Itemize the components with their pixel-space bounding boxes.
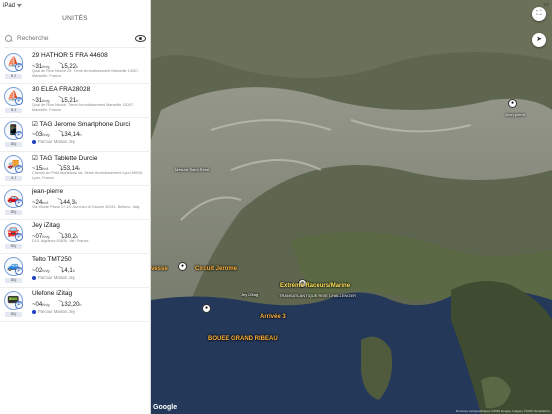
list-item[interactable]: 🚚 P 4 J ☑ TAG Tablette Durcie ~15Kn/l ⤵53,1… — [0, 152, 151, 186]
unit-address: Quai de Rive Neuve, 7ème Arrondissement … — [32, 103, 134, 112]
unit-address: D10, Aiguines 83630, Var, France — [32, 239, 89, 243]
list-item[interactable]: 🚗 P 30 j jean-pierre ~24Kn/l ⤵44,3h Via Mon… — [0, 186, 151, 220]
unit-address: Chemin du Petit Montbeau Va, 9ème Arrond… — [32, 171, 144, 180]
status-badge: 30 j — [5, 210, 22, 215]
list-item[interactable]: 🚘 P 30 j Jey iZitag ~07Kn/g ⤵30,2h D10, Aig… — [0, 220, 151, 254]
map-marker[interactable]: ● — [178, 262, 187, 271]
status-badge: 5 J — [5, 108, 22, 113]
map-marker[interactable]: ● — [508, 99, 517, 108]
map-copyright[interactable]: Données cartographiques ©2019 Google, Im… — [456, 409, 550, 413]
google-logo: Google — [153, 404, 178, 411]
battery-icon: ▭ — [543, 2, 549, 8]
route-label: Parcour Maison Jey — [38, 139, 76, 144]
status-badge: 5 J — [5, 74, 22, 79]
p-icon: P — [15, 267, 23, 275]
map-label-bouee: BOUEE GRAND RIBEAU — [208, 336, 278, 342]
eye-icon[interactable] — [135, 35, 146, 42]
unit-name: 30 ELEA FRA28028 — [32, 86, 91, 93]
unit-address: Quai de Rive Neuve 25, 7ème Arrondisseme… — [32, 69, 140, 78]
p-icon: P — [15, 63, 23, 71]
map-label-extr: Extrémé Raceurs/Marine — [280, 283, 351, 289]
unit-name: jean-pierre — [32, 188, 64, 195]
p-icon: P — [15, 97, 23, 105]
map-marker[interactable]: ● — [202, 304, 211, 313]
status-bar: iPad ᯤ ▭ — [0, 0, 552, 9]
carrier-label: iPad ᯤ — [3, 3, 23, 9]
map-terrain — [151, 0, 552, 414]
status-badge: 30 j — [5, 142, 22, 147]
unit-address: Via Monte Piana 17-19, Auronzo di Cadore… — [32, 205, 140, 209]
satellite-map[interactable]: ⛶ ➤ ● Jean-pierre Mesure Saint Remi vess… — [151, 0, 552, 414]
map-label-arrivee: Arrivée 3 — [260, 314, 286, 320]
search-icon — [4, 34, 13, 43]
status-badge: 4 J — [5, 176, 22, 181]
distance-value: 32,20 — [64, 302, 80, 308]
search-bar — [4, 30, 146, 48]
status-badge: 30 j — [5, 244, 22, 249]
units-panel: UNITÉS ⛵P5 J 29 HATHOR 5 FRA 44608 ~31Kn… — [0, 0, 151, 414]
search-input[interactable] — [17, 35, 135, 42]
unit-name: ☑ TAG Jerome Smartphone Durci — [32, 121, 131, 128]
unit-name: 29 HATHOR 5 FRA 44608 — [32, 52, 108, 59]
list-item[interactable]: 🚙 P 30 j Telto TMT250 ~02Kn/g ⤵4,1h Parcour… — [0, 254, 151, 288]
distance-value: 4,1 — [64, 268, 73, 274]
map-label-jey: Jey iZitag — [241, 292, 259, 297]
map-label-circuit: Circuit Jerome — [195, 266, 238, 272]
layers-button[interactable]: ⛶ — [532, 7, 546, 21]
p-icon: P — [15, 165, 23, 173]
map-label-vesse: vesse — [151, 266, 168, 272]
units-list: ⛵ P 5 J 29 HATHOR 5 FRA 44608 ~31Kn/g ⤵5,22… — [0, 50, 151, 322]
status-badge: 30 j — [5, 312, 22, 317]
list-item[interactable]: ⛵ P 5 J 29 HATHOR 5 FRA 44608 ~31Kn/g ⤵5,22… — [0, 50, 151, 84]
unit-name: ☑ TAG Tablette Durcie — [32, 155, 98, 162]
p-icon: P — [15, 301, 23, 309]
unit-name: Telto TMT250 — [32, 256, 72, 263]
p-icon: P — [15, 131, 23, 139]
map-label-north: Mesure Saint Remi — [175, 167, 210, 172]
unit-name: Ulefone iZitag — [32, 290, 73, 297]
unit-name: Jey iZitag — [32, 222, 60, 229]
route-dot-icon — [32, 309, 36, 314]
p-icon: P — [15, 233, 23, 241]
list-item[interactable]: 📱 P 30 j ☑ TAG Jerome Smartphone Durci ~03… — [0, 118, 151, 152]
map-label-east: Jean-pierre — [505, 112, 526, 117]
route-dot-icon — [32, 275, 36, 280]
route-label: Parcour Maison Jey — [38, 309, 76, 314]
list-item[interactable]: ⛵ P 5 J 30 ELEA FRA28028 ~31Kn/g ⤵5,21h Qua… — [0, 84, 151, 118]
route-dot-icon — [32, 139, 36, 144]
list-item[interactable]: 📟 P 30 j Ulefone iZitag ~04Kn/g ⤵32,20h Par… — [0, 288, 151, 322]
route-label: Parcour Maison Jey — [38, 275, 76, 280]
status-badge: 30 j — [5, 278, 22, 283]
map-label-challenge: TRANSATLANTIQUE RIVE CHALLENGER — [279, 293, 357, 298]
locate-button[interactable]: ➤ — [532, 33, 546, 47]
distance-value: 34,14 — [64, 132, 80, 138]
p-icon: P — [15, 199, 23, 207]
